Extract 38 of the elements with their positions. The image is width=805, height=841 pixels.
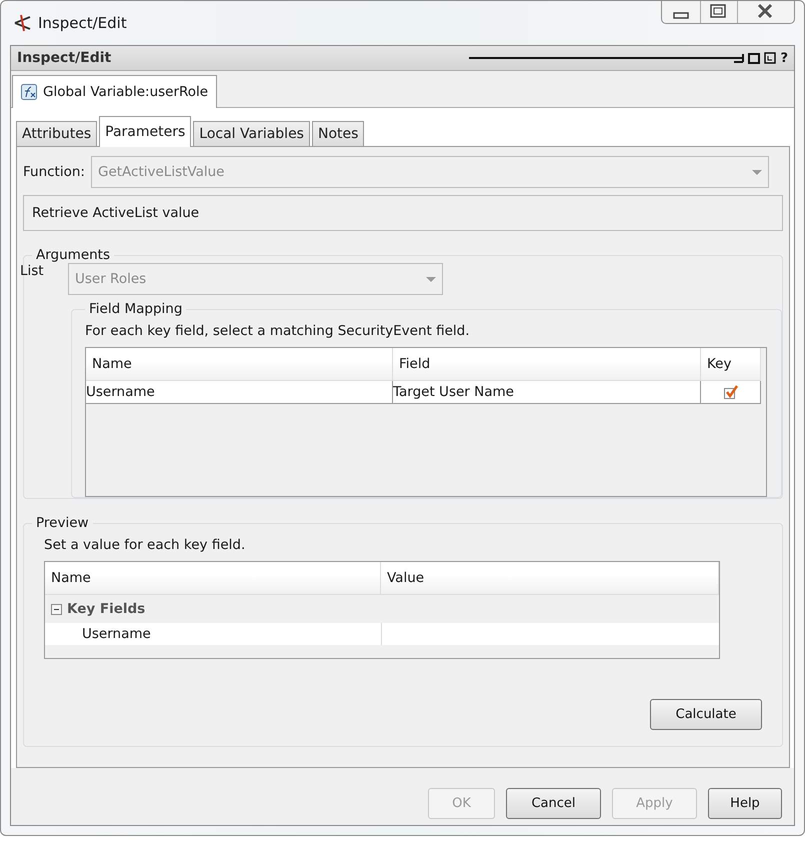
table-cell: Username — [86, 381, 393, 404]
maximize-icon[interactable] — [748, 52, 760, 64]
tab[interactable]: Notes — [312, 121, 364, 146]
instruction-text: Set a value for each key field. — [44, 537, 246, 553]
dialog-button[interactable]: Help — [708, 788, 782, 819]
table-cell: Username — [45, 623, 381, 645]
field-label: Function: — [23, 164, 85, 180]
value-cell[interactable] — [381, 623, 719, 645]
description-field: Retrieve ActiveList value — [23, 195, 783, 231]
dialog-button[interactable]: Cancel — [506, 788, 601, 819]
group-title: Preview — [35, 515, 90, 531]
document-tab[interactable]: Global Variable:userRole — [12, 75, 218, 108]
panel-title: Inspect/Edit — [17, 50, 112, 66]
column-header[interactable]: Key — [701, 348, 761, 381]
field-label: List — [20, 263, 45, 279]
help-glyph[interactable]: ? — [780, 50, 788, 66]
slider-line-icon — [468, 54, 744, 62]
calculate-button[interactable]: Calculate — [650, 699, 762, 730]
column-header[interactable]: Value — [381, 562, 719, 595]
tab[interactable]: Local Variables — [193, 121, 310, 146]
window-title: Inspect/Edit — [38, 14, 127, 32]
table-cell[interactable]: Target User Name — [393, 381, 701, 404]
group-title: Arguments — [35, 247, 112, 263]
column-header[interactable]: Name — [45, 562, 381, 595]
group-title: Field Mapping — [88, 301, 184, 317]
column-header[interactable]: Name — [86, 348, 393, 381]
column-header[interactable]: Field — [393, 348, 701, 381]
tab[interactable]: Attributes — [16, 121, 98, 146]
group-label: Key Fields — [67, 601, 146, 617]
tab[interactable]: Parameters — [99, 116, 192, 147]
collapse-toggle-icon[interactable] — [51, 604, 62, 614]
checkbox[interactable] — [723, 384, 738, 400]
float-icon[interactable] — [764, 52, 776, 64]
dropdown-arrow-icon — [426, 276, 436, 282]
instruction-text: For each key field, select a matching SecurityEvent field. — [85, 323, 471, 339]
function-icon — [21, 84, 37, 100]
app-logo-icon — [12, 13, 32, 33]
dropdown-arrow-icon — [752, 170, 762, 174]
